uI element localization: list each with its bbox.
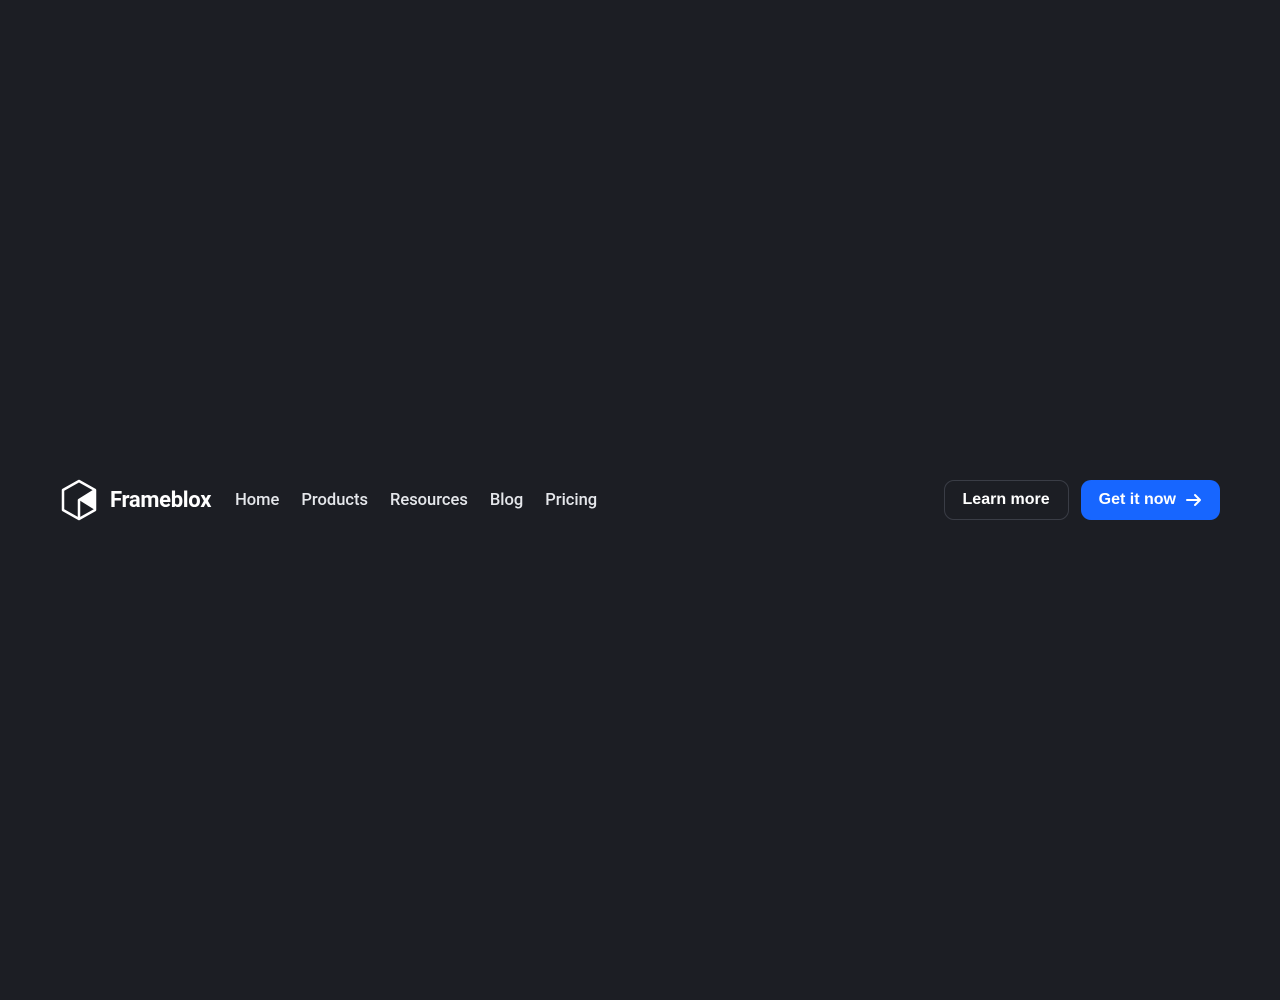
brand-name: Frameblox: [110, 488, 211, 513]
nav-left: Frameblox Home Products Resources Blog P…: [60, 479, 597, 521]
nav-link-home[interactable]: Home: [235, 491, 279, 510]
nav-links: Home Products Resources Blog Pricing: [235, 491, 597, 510]
hexagon-logo-icon: [60, 479, 98, 521]
nav-link-resources[interactable]: Resources: [390, 491, 468, 510]
nav-link-pricing[interactable]: Pricing: [545, 491, 597, 510]
arrow-right-icon: [1186, 493, 1202, 507]
nav-right: Learn more Get it now: [944, 480, 1220, 520]
learn-more-button[interactable]: Learn more: [944, 480, 1069, 520]
primary-button-label: Get it now: [1099, 491, 1176, 509]
navbar: Frameblox Home Products Resources Blog P…: [0, 460, 1280, 540]
get-it-now-button[interactable]: Get it now: [1081, 480, 1220, 520]
brand-logo[interactable]: Frameblox: [60, 479, 211, 521]
nav-link-blog[interactable]: Blog: [490, 491, 523, 510]
nav-link-products[interactable]: Products: [301, 491, 368, 510]
